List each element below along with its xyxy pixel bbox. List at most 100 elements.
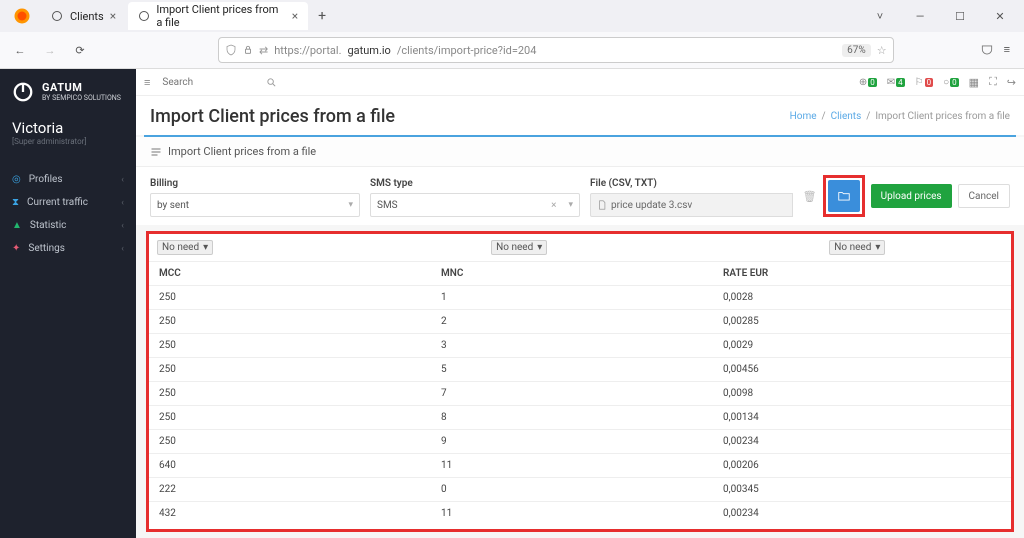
zoom-level[interactable]: 67% [842,44,871,57]
sidebar-item-label: Profiles [29,174,63,185]
page-title: Import Client prices from a file [150,106,395,127]
tab-favicon-icon [50,9,64,23]
billing-label: Billing [150,178,360,189]
cell-mnc: 1 [441,292,723,303]
search-input[interactable] [162,77,262,88]
browse-button[interactable] [828,180,860,212]
table-row: 22200,00345 [149,477,1011,501]
brand-sub: BY SEMPICO SOLUTIONS [42,94,121,102]
menu-icon[interactable]: ≡ [1004,43,1010,57]
sidebar-item-label: Current traffic [27,197,88,208]
browser-tab-bar: Clients × Import Client prices from a fi… [0,0,1024,32]
hamburger-icon[interactable]: ≡ [144,76,150,89]
cell-mnc: 8 [441,412,723,423]
address-bar[interactable]: ⇄ https://portal.gatum.io/clients/import… [218,37,894,63]
file-icon [597,200,607,210]
cell-rate: 0,00206 [723,460,1001,471]
sidebar-item-label: Settings [28,243,65,254]
minimize-icon[interactable]: — [910,10,930,23]
reload-button[interactable]: ⟳ [68,38,92,62]
cell-rate: 0,00234 [723,508,1001,519]
close-window-icon[interactable]: ✕ [990,10,1010,23]
url-path: /clients/import-price?id=204 [397,44,537,57]
maximize-icon[interactable]: ☐ [950,10,970,23]
caret-down-icon: ▾ [875,242,880,253]
shield-icon [225,44,237,56]
file-name-box[interactable]: price update 3.csv [590,193,793,217]
back-button[interactable]: ← [8,38,32,62]
expand-icon[interactable]: ⛶ [989,75,997,89]
billing-select[interactable]: by sent ▾ [150,193,360,217]
forward-button: → [38,38,62,62]
cell-mnc: 0 [441,484,723,495]
table-row: 25070,0098 [149,381,1011,405]
notif-badge-3[interactable]: ⚐0 [915,77,933,88]
mapping-select-1[interactable]: No need▾ [157,240,213,255]
table-body: 25010,002825020,0028525030,002925050,004… [149,285,1011,525]
notif-badge-1[interactable]: ⊕0 [859,77,877,88]
lock-icon [243,45,253,55]
close-icon[interactable]: × [110,9,116,23]
chevron-left-icon: ‹ [121,221,124,231]
brand-name: GATUM [42,81,121,94]
table-row: 25030,0029 [149,333,1011,357]
user-role: [Super administrator] [12,137,124,146]
cell-rate: 0,00134 [723,412,1001,423]
browser-toolbar: ← → ⟳ ⇄ https://portal.gatum.io/clients/… [0,32,1024,68]
main: ≡ ⊕0 ✉4 ⚐0 ○0 ▦ ⛶ ↪ Import Client prices… [136,69,1024,538]
table-row: 640110,00206 [149,453,1011,477]
cell-rate: 0,00345 [723,484,1001,495]
file-label: File (CSV, TXT) [590,178,793,189]
chevron-down-icon[interactable]: ˅ [870,10,890,23]
clear-file-icon[interactable]: 🗑 [803,190,817,203]
table-header: MCC MNC RATE EUR [149,261,1011,285]
search-icon[interactable] [266,77,277,88]
grid-icon[interactable]: ▦ [969,76,979,89]
sidebar-item-statistic[interactable]: ▲Statistic ‹ [0,214,136,237]
sidebar-item-settings[interactable]: ✦Settings ‹ [0,237,136,260]
pocket-icon[interactable] [980,43,994,57]
table-row: 25020,00285 [149,309,1011,333]
sidebar-item-profiles[interactable]: ◎Profiles ‹ [0,168,136,191]
upload-button[interactable]: Upload prices [871,184,952,208]
notif-badge-2[interactable]: ✉4 [887,77,905,88]
tab-title: Import Client prices from a file [156,3,285,29]
file-picker: price update 3.csv [590,193,793,217]
cell-mnc: 9 [441,436,723,447]
clear-icon[interactable]: × [551,200,562,211]
cancel-button[interactable]: Cancel [958,184,1010,208]
page-header: Import Client prices from a file Home / … [136,96,1024,135]
firefox-icon [10,4,34,28]
sidebar-item-traffic[interactable]: ⧗Current traffic ‹ [0,191,136,214]
browser-tab-clients[interactable]: Clients × [40,2,126,30]
browser-tab-import[interactable]: Import Client prices from a file × [128,2,308,30]
filter-file: File (CSV, TXT) price update 3.csv [590,178,793,217]
cell-mcc: 250 [159,388,441,399]
sms-select[interactable]: SMS × ▾ [370,193,580,217]
col-mcc: MCC [159,268,441,279]
mapping-select-3[interactable]: No need▾ [829,240,885,255]
breadcrumb-home[interactable]: Home [790,111,817,122]
logo: GATUM BY SEMPICO SOLUTIONS [0,69,136,113]
breadcrumb-current: Import Client prices from a file [875,111,1010,122]
cell-mnc: 2 [441,316,723,327]
cell-mnc: 11 [441,508,723,519]
import-icon [150,146,162,158]
breadcrumb-clients[interactable]: Clients [831,111,862,122]
sidebar-item-label: Statistic [30,220,66,231]
window-controls: ˅ — ☐ ✕ [870,10,1020,23]
tab-favicon-icon [138,9,150,23]
new-tab-button[interactable]: + [310,4,334,28]
mapping-select-2[interactable]: No need▾ [491,240,547,255]
topbar: ≡ ⊕0 ✉4 ⚐0 ○0 ▦ ⛶ ↪ [136,69,1024,96]
billing-value: by sent [157,200,189,211]
tab-title: Clients [70,10,104,23]
star-icon[interactable]: ☆ [877,44,887,57]
search-box[interactable] [156,75,296,90]
user-block: Victoria [Super administrator] [0,113,136,158]
notif-badge-4[interactable]: ○0 [943,77,959,88]
logout-icon[interactable]: ↪ [1007,76,1016,89]
topbar-actions: ⊕0 ✉4 ⚐0 ○0 ▦ ⛶ ↪ [859,75,1016,89]
cell-mnc: 3 [441,340,723,351]
close-icon[interactable]: × [292,9,298,23]
